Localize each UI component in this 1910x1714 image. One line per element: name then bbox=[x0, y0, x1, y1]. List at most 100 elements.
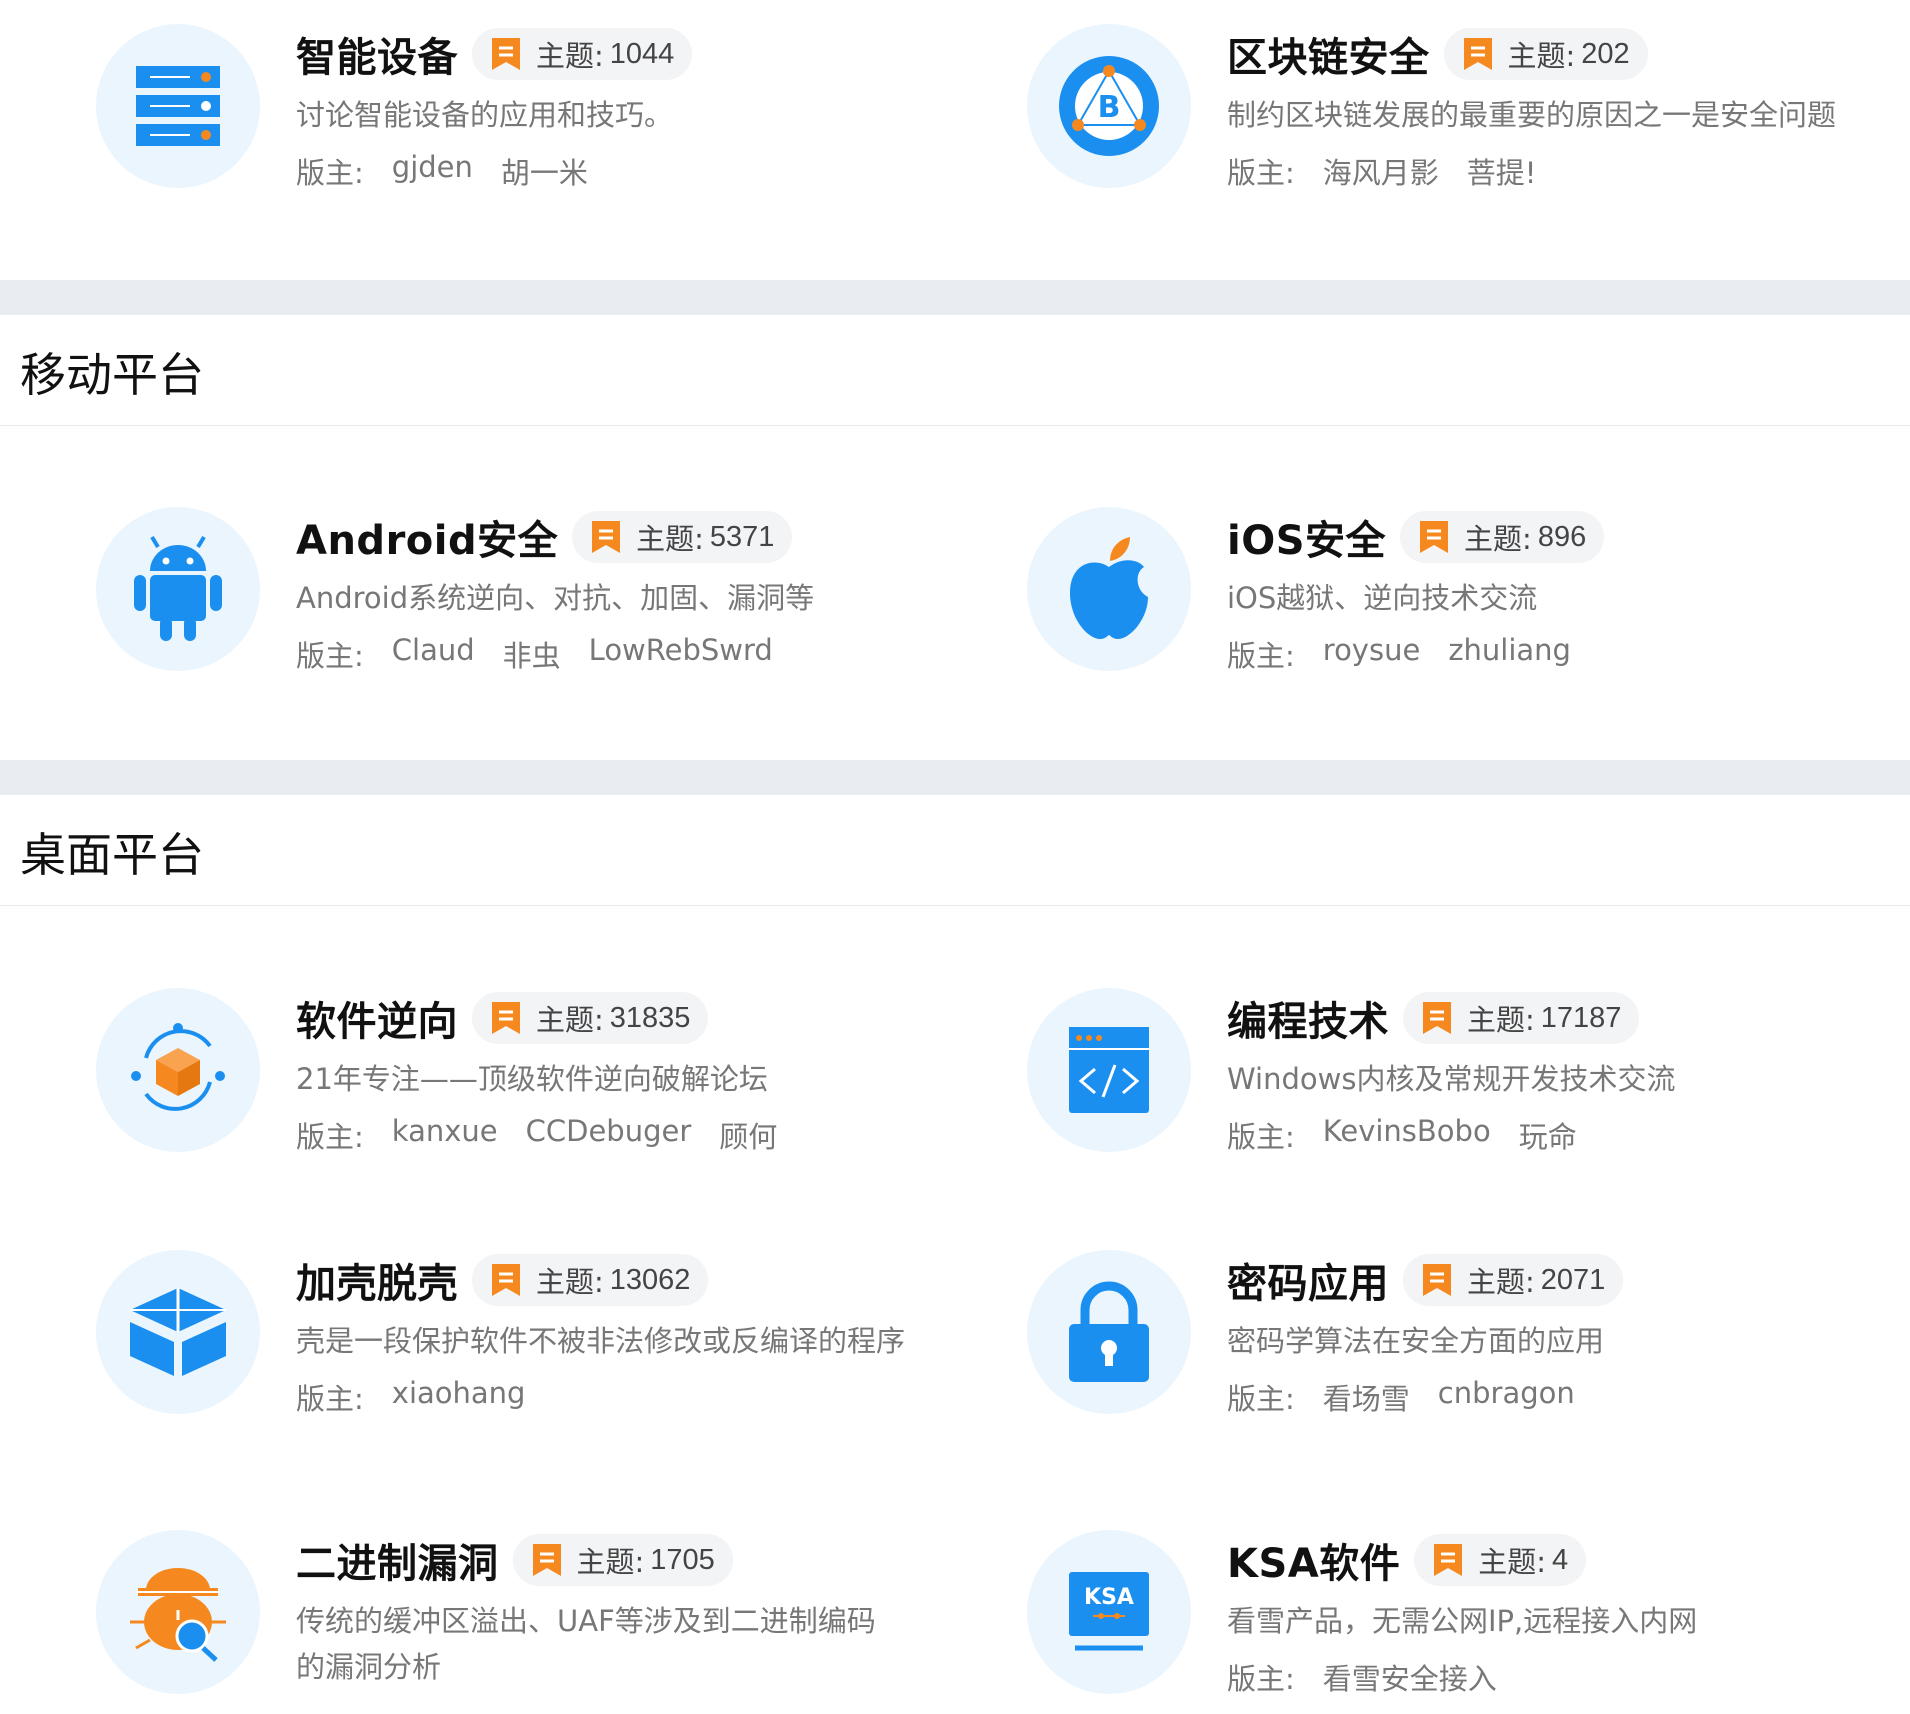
forum-description: Android系统逆向、对抗、加固、漏洞等 bbox=[296, 581, 815, 615]
mod-label: 版主: bbox=[1227, 1120, 1295, 1154]
moderators: 版主: xiaohang bbox=[296, 1376, 996, 1418]
mod-label: 版主: bbox=[1227, 1662, 1295, 1696]
topic-label: 主题: bbox=[536, 39, 604, 73]
topic-count: 4 bbox=[1552, 1543, 1569, 1576]
section-top: 智能设备 主题: 1044 讨论智能设备的应用和技巧。 版主: gjden 胡一… bbox=[0, 0, 1910, 280]
moderators: 版主: KevinsBobo 玩命 bbox=[1227, 1114, 1910, 1156]
bookmark-icon bbox=[1434, 1544, 1463, 1576]
svg-text:KSA: KSA bbox=[1084, 1585, 1134, 1610]
topic-count: 5371 bbox=[709, 520, 775, 553]
topic-count: 17187 bbox=[1540, 1001, 1622, 1034]
topic-label: 主题: bbox=[536, 1265, 604, 1299]
topic-count: 1044 bbox=[609, 37, 675, 70]
moderators: 版主: kanxue CCDebuger 顾何 bbox=[296, 1114, 996, 1156]
forum-card[interactable]: 密码应用 主题: 2071 密码学算法在安全方面的应用 版主: 看场雪 cnbr… bbox=[1027, 1250, 1910, 1430]
section-title: 桌面平台 bbox=[20, 828, 204, 882]
moderator-link[interactable]: gjden bbox=[392, 150, 473, 192]
mod-label: 版主: bbox=[1227, 639, 1295, 673]
moderator-link[interactable]: 看雪安全接入 bbox=[1323, 1656, 1497, 1698]
section-divider bbox=[0, 760, 1910, 795]
forum-name[interactable]: 智能设备 bbox=[296, 25, 458, 83]
forum-description: iOS越狱、逆向技术交流 bbox=[1227, 581, 1538, 615]
forum-name[interactable]: KSA软件 bbox=[1227, 1531, 1400, 1589]
moderators: 版主: Claud 非虫 LowRebSwrd bbox=[296, 633, 996, 675]
bookmark-icon bbox=[492, 1002, 520, 1034]
code-window-icon bbox=[1027, 988, 1191, 1152]
mod-label: 版主: bbox=[296, 1382, 364, 1416]
topic-label: 主题: bbox=[1507, 39, 1576, 73]
box-icon bbox=[96, 1250, 260, 1414]
ksa-icon: KSA bbox=[1027, 1530, 1191, 1694]
forum-card[interactable]: iOS安全 主题: 896 iOS越狱、逆向技术交流 版主: roysue zh… bbox=[1027, 507, 1910, 687]
topic-count-badge: 主题: 1705 bbox=[512, 1534, 733, 1586]
moderator-link[interactable]: KevinsBobo bbox=[1323, 1114, 1491, 1156]
topic-label: 主题: bbox=[576, 1545, 645, 1579]
moderator-link[interactable]: zhuliang bbox=[1448, 633, 1571, 675]
forum-name[interactable]: 加壳脱壳 bbox=[296, 1251, 458, 1309]
forum-name[interactable]: 软件逆向 bbox=[296, 989, 458, 1047]
forum-card[interactable]: 二进制漏洞 主题: 1705 传统的缓冲区溢出、UAF等涉及到二进制编码的漏洞分… bbox=[96, 1530, 996, 1710]
topic-count-badge: 主题: 17187 bbox=[1403, 992, 1640, 1044]
mod-label: 版主: bbox=[1227, 1382, 1295, 1416]
forum-name[interactable]: 区块链安全 bbox=[1227, 25, 1430, 83]
blockchain-icon: B bbox=[1027, 24, 1191, 188]
moderator-link[interactable]: Claud bbox=[392, 633, 475, 675]
moderators: 版主: 看雪安全接入 bbox=[1227, 1656, 1910, 1698]
bookmark-icon bbox=[592, 521, 621, 553]
apple-icon bbox=[1027, 507, 1191, 671]
moderator-link[interactable]: 非虫 bbox=[503, 633, 561, 675]
bookmark-icon bbox=[1463, 38, 1492, 70]
forum-card[interactable]: 加壳脱壳 主题: 13062 壳是一段保护软件不被非法修改或反编译的程序 版主:… bbox=[96, 1250, 996, 1430]
topic-label: 主题: bbox=[636, 522, 704, 556]
forum-card[interactable]: 软件逆向 主题: 31835 21年专注——顶级软件逆向破解论坛 版主: kan… bbox=[96, 988, 996, 1168]
forum-card[interactable]: Android安全 主题: 5371 Android系统逆向、对抗、加固、漏洞等… bbox=[96, 507, 996, 687]
topic-count-badge: 主题: 31835 bbox=[472, 992, 709, 1044]
forum-name[interactable]: Android安全 bbox=[296, 508, 558, 566]
mod-label: 版主: bbox=[1227, 156, 1295, 190]
forum-name[interactable]: 密码应用 bbox=[1227, 1251, 1389, 1309]
topic-count: 31835 bbox=[609, 1001, 691, 1034]
bookmark-icon bbox=[492, 1264, 520, 1296]
moderator-link[interactable]: kanxue bbox=[392, 1114, 498, 1156]
forum-card[interactable]: B 区块链安全 主题: 202 制约区块链发展的最重要的原因之一是安全问题 版主… bbox=[1027, 24, 1910, 204]
topic-count-badge: 主题: 202 bbox=[1443, 28, 1648, 80]
moderator-link[interactable]: 菩提! bbox=[1467, 150, 1537, 192]
topic-count: 202 bbox=[1581, 37, 1630, 70]
topic-count: 13062 bbox=[609, 1263, 691, 1296]
mod-label: 版主: bbox=[296, 156, 364, 190]
forum-name[interactable]: 编程技术 bbox=[1227, 989, 1389, 1047]
bookmark-icon bbox=[492, 38, 520, 70]
moderator-link[interactable]: roysue bbox=[1323, 633, 1421, 675]
topic-count-badge: 主题: 13062 bbox=[472, 1254, 709, 1306]
section-desktop: 软件逆向 主题: 31835 21年专注——顶级软件逆向破解论坛 版主: kan… bbox=[0, 906, 1910, 1714]
forum-card[interactable]: 编程技术 主题: 17187 Windows内核及常规开发技术交流 版主: Ke… bbox=[1027, 988, 1910, 1168]
lock-icon bbox=[1027, 1250, 1191, 1414]
android-icon bbox=[96, 507, 260, 671]
moderators: 版主: 看场雪 cnbragon bbox=[1227, 1376, 1910, 1418]
forum-name[interactable]: 二进制漏洞 bbox=[296, 1531, 499, 1589]
moderator-link[interactable]: 海风月影 bbox=[1323, 150, 1439, 192]
forum-card[interactable]: KSA KSA软件 主题: 4 看雪产品，无需公网IP,远程接入内网 版主: 看… bbox=[1027, 1530, 1910, 1710]
moderator-link[interactable]: 胡一米 bbox=[501, 150, 588, 192]
moderator-link[interactable]: LowRebSwrd bbox=[589, 633, 773, 675]
moderator-link[interactable]: xiaohang bbox=[392, 1376, 526, 1418]
forum-card[interactable]: 智能设备 主题: 1044 讨论智能设备的应用和技巧。 版主: gjden 胡一… bbox=[96, 24, 996, 204]
cube-cycle-icon bbox=[96, 988, 260, 1152]
bookmark-icon bbox=[1423, 1264, 1451, 1296]
moderator-link[interactable]: CCDebuger bbox=[526, 1114, 692, 1156]
topic-label: 主题: bbox=[1467, 1265, 1535, 1299]
moderators: 版主: roysue zhuliang bbox=[1227, 633, 1910, 675]
moderator-link[interactable]: 看场雪 bbox=[1323, 1376, 1410, 1418]
forum-description: Windows内核及常规开发技术交流 bbox=[1227, 1062, 1676, 1096]
bookmark-icon bbox=[1420, 521, 1449, 553]
topic-count-badge: 主题: 2071 bbox=[1403, 1254, 1624, 1306]
topic-label: 主题: bbox=[536, 1003, 604, 1037]
moderator-link[interactable]: cnbragon bbox=[1438, 1376, 1575, 1418]
bookmark-icon bbox=[1423, 1002, 1451, 1034]
mod-label: 版主: bbox=[296, 639, 364, 673]
moderator-link[interactable]: 顾何 bbox=[719, 1114, 777, 1156]
moderators: 版主: 海风月影 菩提! bbox=[1227, 150, 1910, 192]
moderator-link[interactable]: 玩命 bbox=[1519, 1114, 1577, 1156]
forum-name[interactable]: iOS安全 bbox=[1227, 508, 1386, 566]
topic-count-badge: 主题: 5371 bbox=[572, 511, 793, 563]
